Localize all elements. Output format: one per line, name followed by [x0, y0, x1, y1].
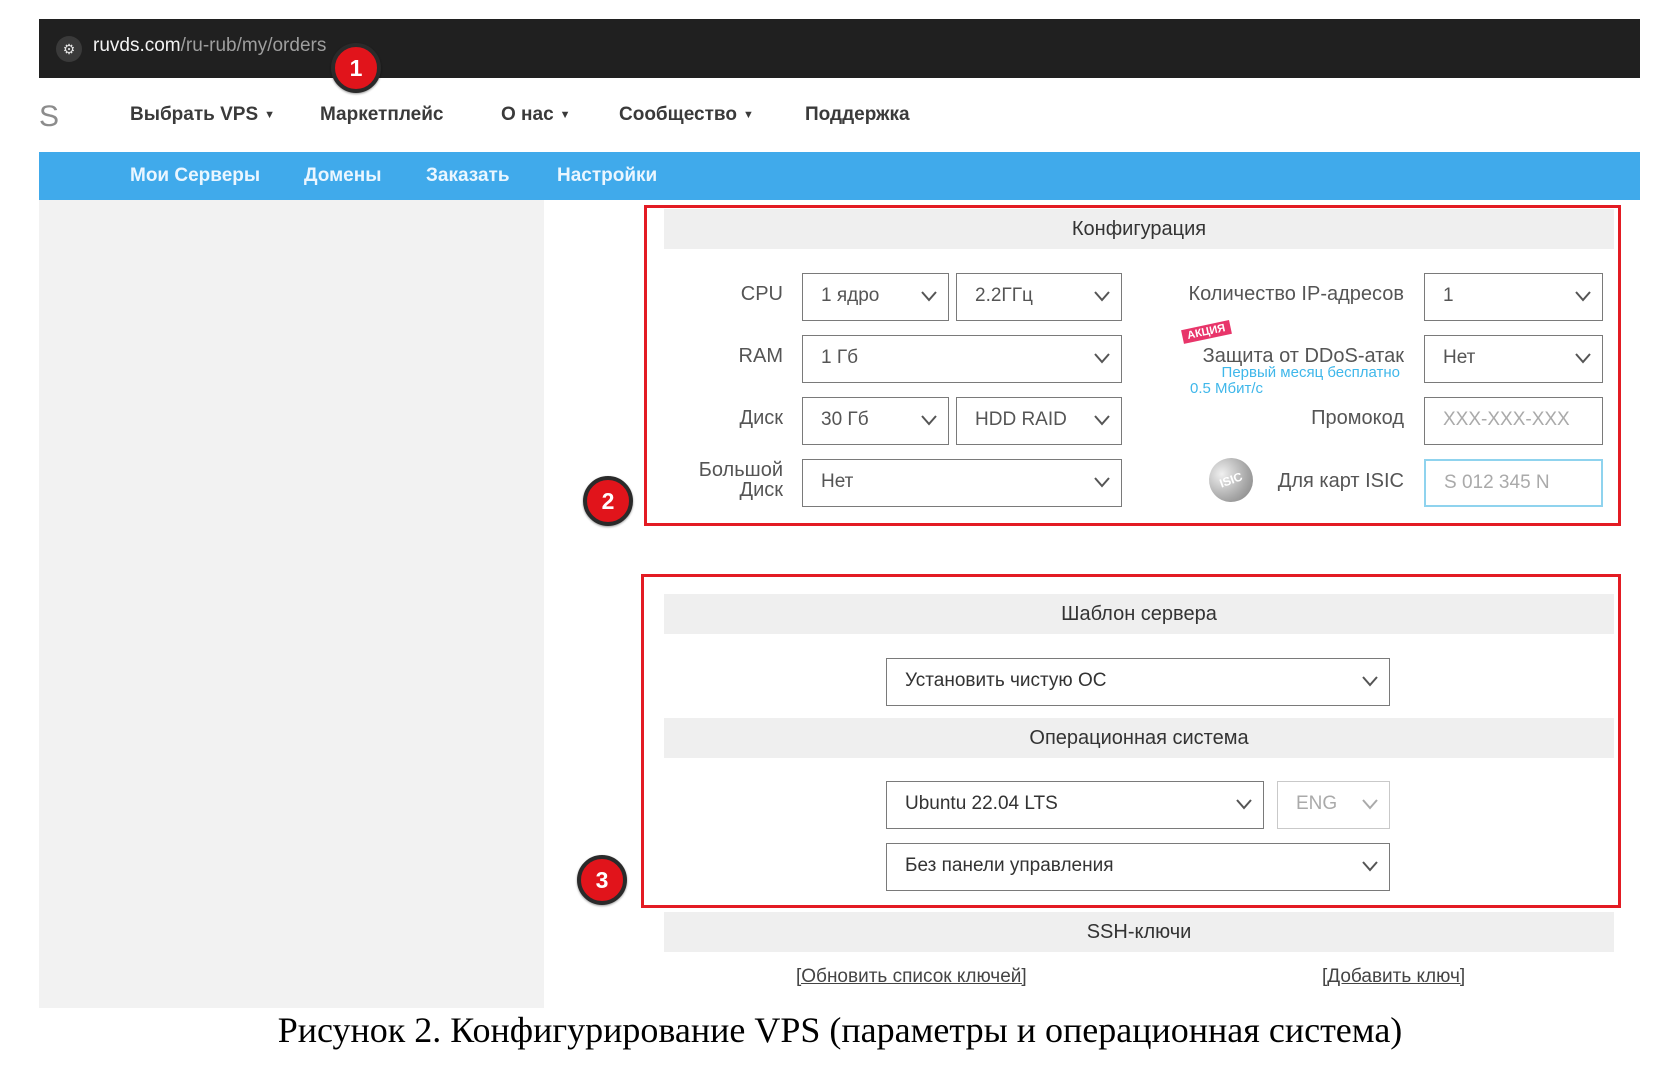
disk-type-select[interactable]: HDD RAID: [956, 397, 1122, 445]
server-template-select[interactable]: Установить чистую ОС: [886, 658, 1390, 706]
ddos-value: Нет: [1443, 347, 1476, 368]
big-disk-label-line1: Большой: [698, 459, 783, 481]
chevron-down-icon: [1362, 676, 1378, 687]
ddos-note-line1: Первый месяц бесплатно: [1221, 364, 1400, 381]
chevron-down-icon: [921, 415, 937, 426]
promocode-input[interactable]: XXX-XXX-XXX: [1424, 397, 1603, 445]
os-section-title: Операционная система: [664, 718, 1614, 758]
subnav-order[interactable]: Заказать: [426, 165, 510, 187]
nav-marketplace[interactable]: Маркетплейс: [320, 104, 443, 126]
site-logo[interactable]: S: [39, 100, 59, 134]
big-disk-label: Большой Диск: [680, 460, 783, 500]
ddos-note-line2: 0.5 Мбит/с: [1190, 380, 1264, 397]
nav-community[interactable]: Сообщество ▼: [619, 104, 754, 126]
sub-navigation: Мои Серверы Домены Заказать Настройки: [39, 152, 1640, 200]
chevron-down-icon: [1362, 861, 1378, 872]
chevron-down-icon: [1094, 415, 1110, 426]
isic-input[interactable]: S 012 345 N: [1424, 459, 1603, 507]
chevron-down-icon: [1094, 477, 1110, 488]
url-host: ruvds.com: [93, 35, 181, 56]
figure-caption: Рисунок 2. Конфигурирование VPS (парамет…: [277, 1010, 1403, 1050]
promocode-label: Промокод: [1311, 407, 1404, 429]
ssh-section-title: SSH-ключи: [664, 912, 1614, 952]
browser-address-bar[interactable]: ⚙ ruvds.com/ru-rub/my/orders: [39, 19, 1640, 78]
chevron-down-icon: [1236, 799, 1252, 810]
top-navigation: S Выбрать VPS ▼ Маркетплейс О нас ▼ Сообще…: [39, 78, 1640, 152]
nav-support[interactable]: Поддержка: [805, 104, 910, 126]
disk-size-select[interactable]: 30 Гб: [802, 397, 949, 445]
cpu-frequency-select[interactable]: 2.2ГГц: [956, 273, 1122, 321]
os-value: Ubuntu 22.04 LTS: [905, 793, 1058, 814]
annotation-marker-1: 1: [331, 43, 381, 93]
os-language-value: ENG: [1296, 793, 1338, 814]
os-language-select[interactable]: ENG: [1277, 781, 1390, 829]
nav-choose-vps[interactable]: Выбрать VPS ▼: [130, 104, 275, 126]
control-panel-value: Без панели управления: [905, 855, 1114, 876]
big-disk-select[interactable]: Нет: [802, 459, 1122, 507]
template-section-title: Шаблон сервера: [664, 594, 1614, 634]
site-settings-icon[interactable]: ⚙: [56, 36, 82, 62]
ram-select[interactable]: 1 Гб: [802, 335, 1122, 383]
nav-choose-vps-label: Выбрать VPS: [130, 104, 259, 125]
disk-type-value: HDD RAID: [975, 409, 1067, 430]
ip-count-value: 1: [1443, 285, 1454, 306]
url-text[interactable]: ruvds.com/ru-rub/my/orders: [93, 35, 326, 57]
cpu-cores-value: 1 ядро: [821, 285, 880, 306]
url-path: /ru-rub/my/orders: [180, 35, 327, 56]
ram-value: 1 Гб: [821, 347, 859, 368]
ip-count-select[interactable]: 1: [1424, 273, 1603, 321]
chevron-down-icon: [1094, 291, 1110, 302]
disk-label: Диск: [739, 407, 783, 429]
subnav-domains[interactable]: Домены: [304, 165, 381, 187]
chevron-down-icon: [921, 291, 937, 302]
ip-count-label: Количество IP-адресов: [1188, 283, 1404, 305]
chevron-down-icon: [1575, 353, 1591, 364]
annotation-marker-3: 3: [577, 855, 627, 905]
config-section-title: Конфигурация: [664, 209, 1614, 249]
chevron-down-icon: [1362, 799, 1378, 810]
chevron-down-icon: [1094, 353, 1110, 364]
cpu-cores-select[interactable]: 1 ядро: [802, 273, 949, 321]
caret-down-icon: ▼: [559, 109, 571, 121]
server-template-value: Установить чистую ОС: [905, 670, 1107, 691]
os-select[interactable]: Ubuntu 22.04 LTS: [886, 781, 1264, 829]
isic-label: Для карт ISIC: [1277, 470, 1404, 492]
nav-community-label: Сообщество: [619, 104, 737, 125]
cpu-label: CPU: [740, 283, 783, 305]
subnav-settings[interactable]: Настройки: [557, 165, 657, 187]
annotation-marker-2: 2: [583, 476, 633, 526]
left-sidebar: [39, 200, 544, 1008]
big-disk-value: Нет: [821, 471, 854, 492]
ddos-select[interactable]: Нет: [1424, 335, 1603, 383]
disk-size-value: 30 Гб: [821, 409, 869, 430]
nav-about-label: О нас: [501, 104, 554, 125]
add-key-link[interactable]: [Добавить ключ]: [1322, 966, 1465, 988]
subnav-my-servers[interactable]: Мои Серверы: [130, 165, 260, 187]
control-panel-select[interactable]: Без панели управления: [886, 843, 1390, 891]
ram-label: RAM: [738, 345, 783, 367]
caret-down-icon: ▼: [742, 109, 754, 121]
ddos-promo-note: Первый месяц бесплатно 0.5 Мбит/с: [1190, 365, 1400, 397]
caret-down-icon: ▼: [264, 109, 276, 121]
cpu-frequency-value: 2.2ГГц: [975, 285, 1033, 306]
refresh-keys-link[interactable]: [Обновить список ключей]: [796, 966, 1027, 988]
nav-about[interactable]: О нас ▼: [501, 104, 571, 126]
big-disk-label-line2: Диск: [739, 479, 783, 501]
chevron-down-icon: [1575, 291, 1591, 302]
